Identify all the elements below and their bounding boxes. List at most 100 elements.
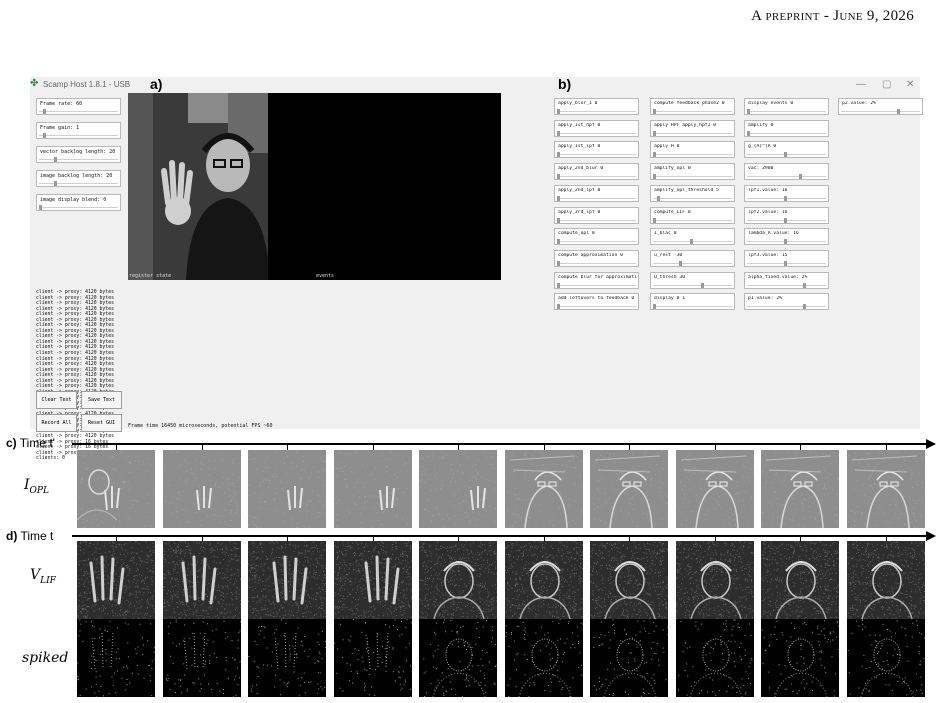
- param-label: u_rest -30: [654, 252, 683, 258]
- frame-rate-label: Frame rate: 60: [40, 101, 83, 107]
- param-slider[interactable]: U_thresh 30: [650, 271, 735, 289]
- slider-knob[interactable]: [557, 174, 560, 180]
- param-slider[interactable]: vac: 2900: [744, 163, 829, 181]
- param-slider[interactable]: compute feedback phase2 0: [650, 98, 735, 115]
- slider-knob[interactable]: [784, 239, 787, 245]
- slider-knob[interactable]: [653, 109, 656, 114]
- param-label: vac: 2900: [748, 166, 774, 172]
- slider-knob[interactable]: [557, 304, 560, 310]
- param-slider[interactable]: apply_2nd_lpf 0: [554, 184, 639, 202]
- slider-knob[interactable]: [747, 109, 750, 114]
- slider-knob[interactable]: [39, 205, 42, 210]
- param-slider[interactable]: display events 0: [744, 98, 829, 115]
- param-slider[interactable]: amplify 0: [744, 119, 829, 137]
- param-slider[interactable]: amplify_opl 0: [650, 163, 735, 181]
- param-slider[interactable]: lpf2.value: 16: [744, 206, 829, 224]
- slider-knob[interactable]: [42, 133, 46, 138]
- param-slider[interactable]: apply_1st_hpf 0: [554, 119, 639, 137]
- log-line: client -> proxy: 4120 bytes: [36, 312, 114, 318]
- close-icon[interactable]: ✕: [906, 79, 914, 90]
- param-slider[interactable]: apply_blur_1 0: [554, 98, 639, 115]
- slider-knob[interactable]: [653, 152, 656, 158]
- camera-view: register state events: [128, 93, 501, 280]
- slider-knob[interactable]: [784, 260, 787, 266]
- iopl-frame: [675, 450, 754, 528]
- slider-knob[interactable]: [53, 157, 57, 162]
- slider-knob[interactable]: [557, 239, 560, 245]
- param-slider[interactable]: lpf3.value: 15: [744, 249, 829, 267]
- slider-knob[interactable]: [557, 195, 560, 201]
- minimize-icon[interactable]: —: [856, 79, 866, 90]
- param-slider[interactable]: add leftovers to feedback 0: [554, 293, 639, 311]
- slider-knob[interactable]: [557, 130, 560, 136]
- slider-knob[interactable]: [653, 130, 656, 136]
- param-label: apply_2nd_lpf 0: [558, 187, 601, 193]
- vlif-frame: [761, 541, 839, 619]
- param-slider[interactable]: p2.value: 2%: [838, 98, 923, 115]
- slider-knob[interactable]: [557, 152, 560, 158]
- slider-knob[interactable]: [53, 181, 57, 186]
- spiked-frame: [504, 619, 583, 697]
- log-line: client -> proxy: 4120 bytes: [36, 362, 114, 368]
- param-slider[interactable]: apply_2nd_blur 0: [554, 163, 639, 181]
- param-slider[interactable]: display 0 1: [650, 293, 735, 311]
- reset-gui-button[interactable]: Reset GUI: [81, 414, 122, 432]
- slider-knob[interactable]: [784, 217, 787, 223]
- param-slider[interactable]: compute_LIF 0: [650, 206, 735, 224]
- slider-knob[interactable]: [784, 195, 787, 201]
- slider-knob[interactable]: [747, 130, 750, 136]
- slider-knob[interactable]: [557, 282, 560, 288]
- param-slider[interactable]: amplify_opl_threshold 5: [650, 184, 735, 202]
- param-slider[interactable]: lambda_A.value: 16: [744, 228, 829, 246]
- slider-knob[interactable]: [896, 109, 900, 114]
- param-slider[interactable]: I_blac 0: [650, 228, 735, 246]
- iopl-frame: [162, 450, 241, 528]
- slider-knob[interactable]: [557, 217, 560, 223]
- vlif-frame: [162, 541, 241, 619]
- record-all-button[interactable]: Record All: [36, 414, 77, 432]
- save-text-button[interactable]: Save Text: [81, 391, 122, 409]
- slider-knob[interactable]: [678, 260, 682, 266]
- slider-knob[interactable]: [656, 195, 660, 201]
- slider-knob[interactable]: [798, 174, 802, 180]
- slider-knob[interactable]: [557, 109, 560, 114]
- param-slider[interactable]: p1.value: 2%: [744, 293, 829, 311]
- param-label: compute blur for approximation 0: [558, 274, 637, 280]
- param-slider[interactable]: alpha_fixed.value: 2%: [744, 271, 829, 289]
- image-backlog-slider[interactable]: image backlog length: 20: [36, 170, 121, 187]
- row-d-label: d): [6, 529, 18, 543]
- param-slider[interactable]: apply_1st_lpf 0: [554, 141, 639, 159]
- clear-text-button[interactable]: Clear Text: [36, 391, 77, 409]
- frame-gain-slider[interactable]: Frame gain: 1: [36, 122, 121, 139]
- param-slider[interactable]: compute approximation 0: [554, 249, 639, 267]
- vlif-frame: [77, 541, 155, 619]
- slider-knob[interactable]: [653, 174, 656, 180]
- param-slider[interactable]: apply HPF apply_hpf2 0: [650, 119, 735, 137]
- param-label: lpf1.value: 16: [748, 187, 788, 193]
- slider-knob[interactable]: [557, 260, 560, 266]
- spiked-frame: [248, 619, 326, 697]
- slider-knob[interactable]: [784, 152, 787, 158]
- frame-rate-slider[interactable]: Frame rate: 60: [36, 98, 121, 115]
- slider-knob[interactable]: [653, 217, 656, 223]
- slider-knob[interactable]: [42, 109, 46, 114]
- param-slider[interactable]: u_rest -30: [650, 249, 735, 267]
- maximize-icon[interactable]: ▢: [882, 79, 891, 90]
- param-slider[interactable]: compute blur for approximation 0: [554, 271, 639, 289]
- param-slider[interactable]: apply_3rd_lpf 0: [554, 206, 639, 224]
- time-axis-d: [72, 535, 927, 537]
- param-slider[interactable]: apply H 0: [650, 141, 735, 159]
- slider-knob[interactable]: [701, 282, 705, 288]
- image-display-blend-slider[interactable]: image display blend: 0: [36, 194, 121, 211]
- vector-backlog-slider[interactable]: vector backlog length: 20: [36, 146, 121, 163]
- slider-knob[interactable]: [802, 304, 806, 310]
- slider-knob[interactable]: [690, 239, 693, 245]
- spiked-frame: [333, 619, 412, 697]
- slider-knob[interactable]: [802, 282, 806, 288]
- param-slider[interactable]: g_{A}^{A 0: [744, 141, 829, 159]
- param-slider[interactable]: lpf1.value: 16: [744, 184, 829, 202]
- slider-knob[interactable]: [653, 304, 656, 310]
- param-label: apply_blur_1 0: [558, 101, 598, 106]
- param-slider[interactable]: compute_opl 0: [554, 228, 639, 246]
- param-label: g_{A}^{A 0: [748, 144, 777, 150]
